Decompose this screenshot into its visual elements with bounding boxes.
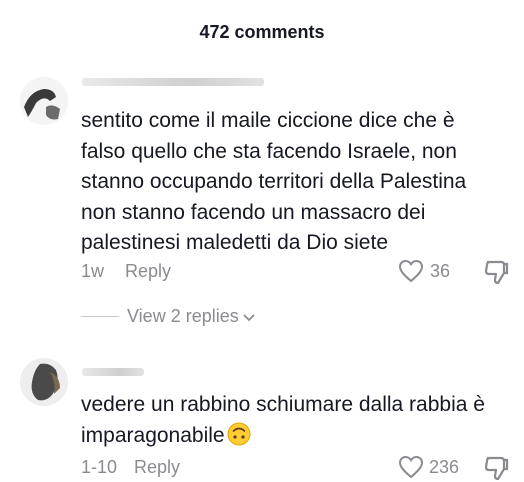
heart-icon[interactable] bbox=[398, 455, 424, 479]
username-redacted[interactable] bbox=[82, 368, 144, 376]
chevron-down-icon bbox=[243, 313, 255, 321]
reply-button[interactable]: Reply bbox=[134, 457, 180, 478]
comment-line: falso quello che sta facendo Israele, no… bbox=[81, 139, 457, 163]
comment-line-with-emoji: imparagonabile bbox=[81, 421, 485, 452]
upside-down-face-emoji-icon bbox=[227, 422, 251, 445]
comment-line: sentito come il maile ciccione dice che … bbox=[81, 109, 455, 132]
comment-line: stanno occupando territori della Palesti… bbox=[81, 170, 467, 193]
avatar-image bbox=[20, 77, 68, 125]
view-replies-button[interactable]: View 2 replies bbox=[81, 306, 255, 327]
comment-time: 1w bbox=[81, 261, 105, 281]
comment-line: non stanno facendo un massacro dei bbox=[81, 200, 426, 224]
comment-line: vedere un rabbino schiumare dalla rabbia… bbox=[81, 393, 485, 416]
comment-line: palestinesi maledetti da Dio siete bbox=[81, 231, 389, 254]
divider-line bbox=[81, 316, 119, 317]
comment-time: 1-10 bbox=[81, 457, 118, 477]
comments-count-title: 472 comments bbox=[199, 22, 325, 42]
avatar[interactable] bbox=[20, 77, 68, 125]
comment-line: imparagonabile bbox=[81, 423, 225, 447]
like-count: 236 bbox=[429, 457, 460, 477]
avatar[interactable] bbox=[20, 358, 68, 406]
like-count: 36 bbox=[430, 261, 451, 281]
dislike-icon[interactable] bbox=[484, 258, 510, 286]
reply-button[interactable]: Reply bbox=[125, 261, 171, 282]
comment-text: sentito come il maile ciccione dice che … bbox=[81, 106, 466, 259]
dislike-icon[interactable] bbox=[484, 454, 510, 482]
username-redacted[interactable] bbox=[82, 78, 264, 86]
comment-text: vedere un rabbino schiumare dalla rabbia… bbox=[81, 390, 485, 451]
avatar-image bbox=[20, 358, 68, 406]
heart-icon[interactable] bbox=[398, 259, 424, 283]
view-replies-label: View 2 replies bbox=[127, 306, 239, 326]
